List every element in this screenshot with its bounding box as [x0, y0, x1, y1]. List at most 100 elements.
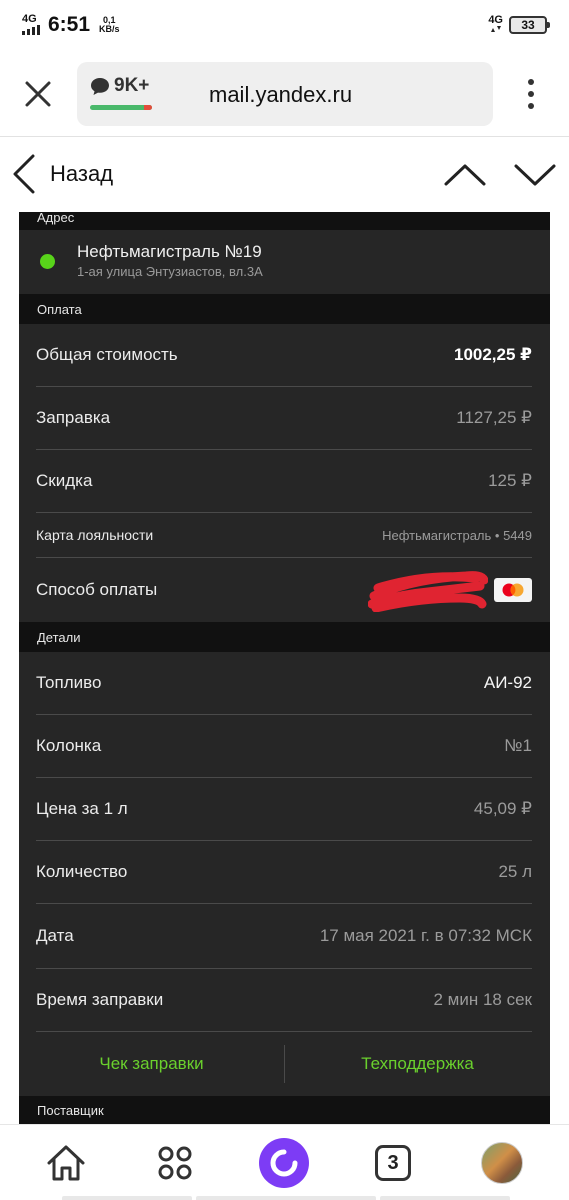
grid-icon: [158, 1146, 192, 1180]
network-type: 4G: [22, 13, 37, 25]
loyalty-card-row: Карта лояльности Нефтьмагистраль • 5449: [36, 513, 532, 557]
details-section-title: Детали: [37, 629, 81, 645]
fuel-cost-value: 1127,25 ₽: [456, 408, 532, 427]
loyalty-card-label: Карта лояльности: [36, 527, 154, 543]
mail-notification-badge[interactable]: 9K+: [90, 75, 149, 97]
quantity-label: Количество: [36, 862, 128, 881]
address-section-header: Адрес: [19, 212, 550, 230]
fuel-cost-label: Заправка: [36, 408, 111, 427]
next-message-button[interactable]: [512, 154, 558, 194]
network-speed-unit: KB/s: [99, 24, 120, 34]
mail-count: 9K+: [114, 75, 150, 96]
alice-button[interactable]: [258, 1138, 310, 1188]
support-button[interactable]: Техподдержка: [285, 1054, 550, 1074]
mail-progress-bar: [90, 105, 152, 110]
tabs-count-icon: 3: [375, 1145, 411, 1181]
date-row: Дата 17 мая 2021 г. в 07:32 МСК: [36, 904, 532, 968]
total-cost-row: Общая стоимость 1002,25 ₽: [36, 324, 532, 386]
battery-indicator: 33: [509, 16, 550, 34]
chevron-left-icon: [13, 154, 35, 194]
profile-button[interactable]: [476, 1139, 528, 1187]
url-text: mail.yandex.ru: [209, 82, 353, 107]
fuel-cost-row: Заправка 1127,25 ₽: [36, 387, 532, 449]
total-cost-label: Общая стоимость: [36, 345, 178, 364]
payment-method-label: Способ оплаты: [36, 580, 158, 599]
chevron-up-icon: [444, 164, 486, 186]
station-street: 1-ая улица Энтузиастов, вл.3А: [77, 264, 263, 279]
signal-indicator: 4G: [22, 13, 40, 35]
menu-dot-icon: [528, 79, 534, 85]
menu-dot-icon: [528, 91, 534, 97]
avatar: [481, 1142, 523, 1184]
action-buttons: Чек заправки Техподдержка: [19, 1042, 550, 1086]
pump-row: Колонка №1: [36, 715, 532, 777]
payment-method-row: Способ оплаты: [36, 558, 532, 622]
previous-message-button[interactable]: [442, 154, 488, 194]
address-bar[interactable]: 9K+ mail.yandex.ru: [77, 62, 493, 126]
chevron-down-icon: [514, 164, 556, 186]
browser-bottom-bar: 3: [0, 1124, 569, 1200]
alice-icon: [259, 1138, 309, 1188]
price-per-liter-label: Цена за 1 л: [36, 799, 128, 818]
date-value: 17 мая 2021 г. в 07:32 МСК: [319, 926, 532, 945]
discount-row: Скидка 125 ₽: [36, 450, 532, 512]
redacted-scribble: [368, 571, 488, 612]
station-status-dot: [40, 254, 55, 269]
fuel-type-value: АИ-92: [483, 673, 532, 692]
discount-label: Скидка: [36, 471, 93, 490]
toolbar-divider: [0, 136, 569, 137]
date-label: Дата: [36, 926, 74, 945]
home-button[interactable]: [40, 1139, 92, 1187]
payment-section-header: Оплата: [19, 294, 550, 324]
home-icon: [47, 1145, 85, 1181]
battery-level: 33: [521, 18, 535, 32]
menu-dot-icon: [528, 103, 534, 109]
refuel-duration-value: 2 мин 18 сек: [433, 990, 533, 1009]
network-speed: 0,1 KB/s: [99, 16, 120, 34]
close-icon: [25, 81, 51, 107]
data-arrows-icon: [490, 26, 501, 32]
pump-label: Колонка: [36, 736, 102, 755]
quantity-row: Количество 25 л: [36, 841, 532, 903]
details-section-header: Детали: [19, 622, 550, 652]
station-address: Нефтьмагистраль №19 1-ая улица Энтузиаст…: [19, 230, 550, 294]
tab-strip-indicator: [62, 1196, 192, 1200]
payment-section-title: Оплата: [37, 301, 82, 317]
back-button[interactable]: Назад: [12, 152, 113, 196]
signal-bars-icon: [22, 25, 40, 35]
status-bar: 4G 6:51 0,1 KB/s 4G 33: [0, 0, 569, 50]
tab-strip-indicator: [196, 1196, 376, 1200]
receipt-card: Адрес Нефтьмагистраль №19 1-ая улица Энт…: [19, 212, 550, 1124]
station-name: Нефтьмагистраль №19: [77, 242, 262, 261]
discount-value: 125 ₽: [488, 471, 532, 490]
pump-value: №1: [504, 736, 532, 755]
address-section-title: Адрес: [37, 212, 75, 225]
price-per-liter-value: 45,09 ₽: [473, 799, 532, 818]
services-button[interactable]: [149, 1139, 201, 1187]
price-per-liter-row: Цена за 1 л 45,09 ₽: [36, 778, 532, 840]
total-cost-value: 1002,25 ₽: [453, 345, 532, 364]
fuel-type-label: Топливо: [36, 673, 102, 692]
message-navigation: Назад: [0, 140, 569, 206]
browser-toolbar: 9K+ mail.yandex.ru: [0, 58, 569, 130]
network-type-right: 4G: [488, 14, 503, 26]
browser-menu-button[interactable]: [518, 76, 544, 112]
fuel-type-row: Топливо АИ-92: [36, 652, 532, 714]
clock: 6:51: [48, 13, 91, 36]
chat-bubble-icon: [91, 78, 109, 95]
receipt-button[interactable]: Чек заправки: [19, 1054, 284, 1074]
refuel-duration-row: Время заправки 2 мин 18 сек: [36, 969, 532, 1031]
payment-method-value: [368, 568, 532, 612]
supplier-section-title: Поставщик: [37, 1102, 104, 1118]
loyalty-card-value: Нефтьмагистраль • 5449: [382, 527, 532, 543]
tabs-count: 3: [387, 1151, 399, 1174]
tabs-button[interactable]: 3: [367, 1139, 419, 1187]
close-tab-button[interactable]: [20, 76, 56, 112]
refuel-duration-label: Время заправки: [36, 990, 164, 1009]
mastercard-icon: [494, 578, 532, 602]
back-label: Назад: [50, 161, 114, 186]
mobile-data-indicator: 4G: [488, 15, 503, 35]
supplier-section-header: Поставщик: [19, 1096, 550, 1124]
quantity-value: 25 л: [498, 862, 532, 881]
tab-strip-indicator: [380, 1196, 510, 1200]
